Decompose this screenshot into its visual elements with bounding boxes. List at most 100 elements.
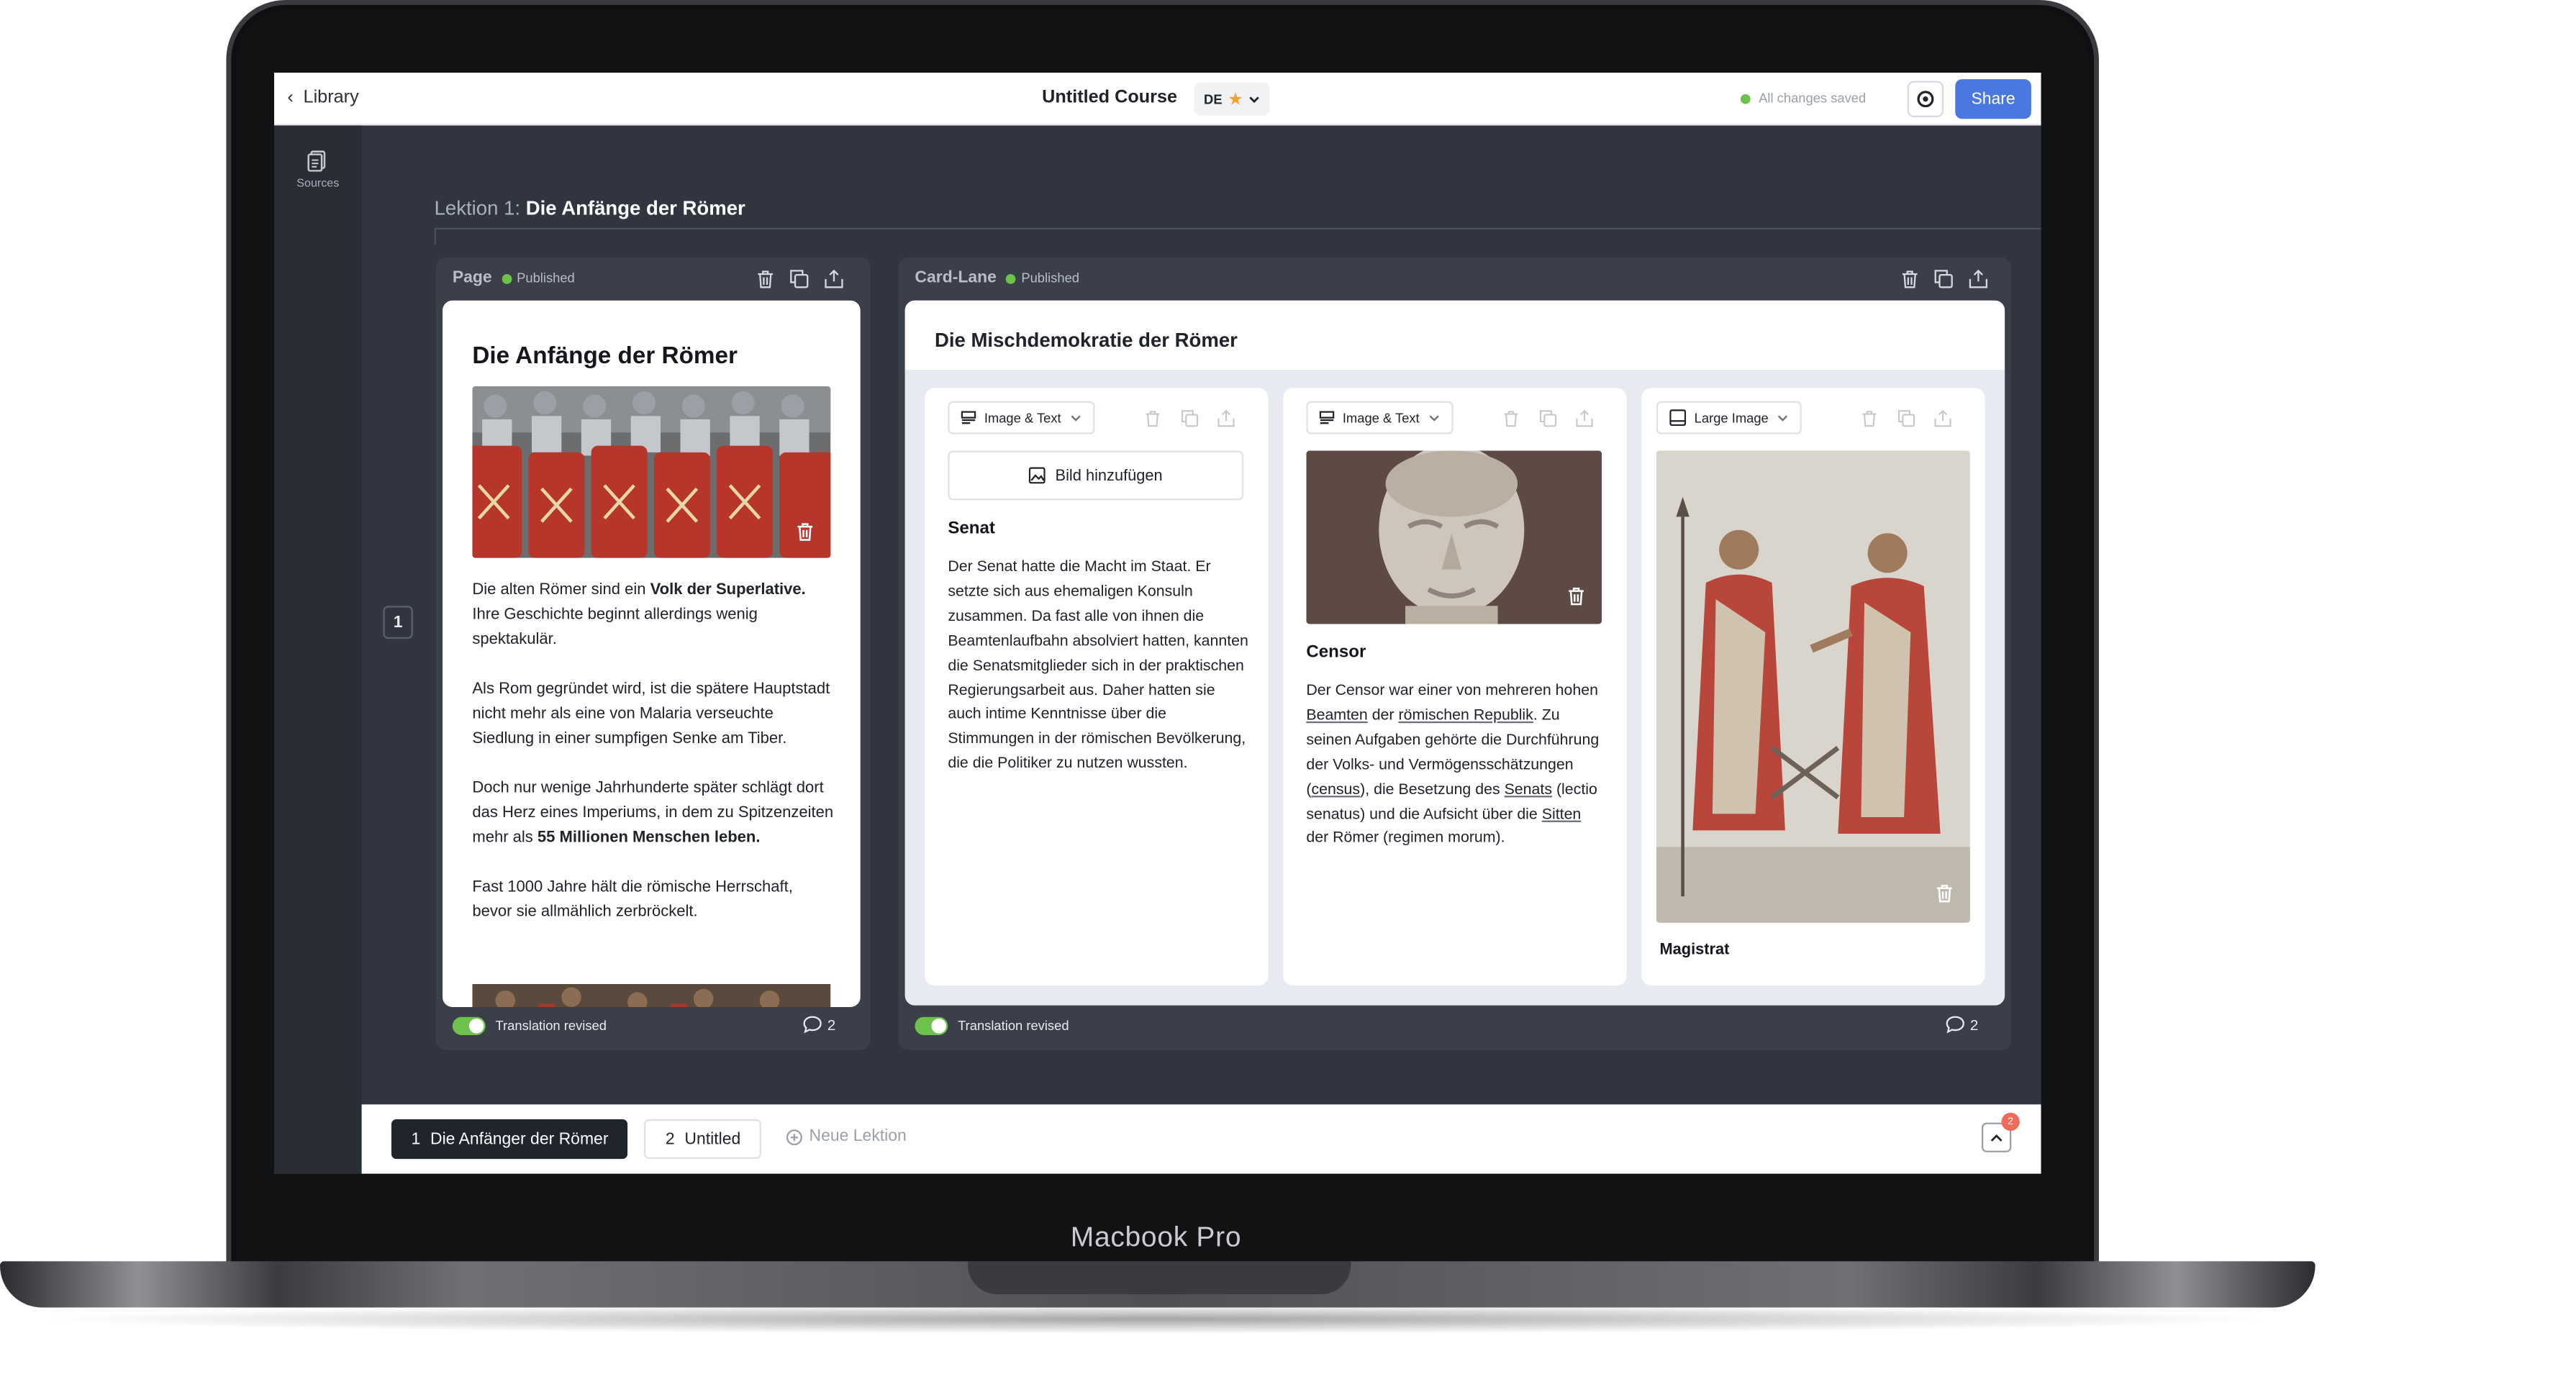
- image-icon: [1028, 467, 1046, 484]
- export-card-button[interactable]: [1574, 408, 1594, 428]
- remove-image-button[interactable]: [1931, 880, 1957, 906]
- export-card-button[interactable]: [1932, 408, 1952, 428]
- card-type-dropdown[interactable]: Image & Text: [1306, 401, 1453, 434]
- trash-icon: [1146, 410, 1160, 427]
- top-bar: ‹ Library Untitled Course DE ★ All chang…: [273, 72, 2041, 126]
- sources-icon: [307, 150, 326, 171]
- export-icon: [1575, 409, 1592, 427]
- notification-badge: 2: [2001, 1112, 2020, 1132]
- sources-button[interactable]: [302, 145, 332, 175]
- delete-card-button[interactable]: [1859, 408, 1879, 428]
- link-beamten[interactable]: Beamten: [1306, 706, 1367, 723]
- page-card: Die Anfänge der Römer Die alten Römer si…: [443, 300, 861, 1007]
- duplicate-card-button[interactable]: [1896, 408, 1916, 428]
- lesson-tab-number: 2: [665, 1129, 675, 1149]
- delete-card-button[interactable]: [1501, 408, 1521, 428]
- chevron-down-icon: [1249, 96, 1260, 102]
- trash-icon: [757, 270, 772, 288]
- roman-legion-image[interactable]: [472, 386, 831, 558]
- translation-toggle-switch[interactable]: [915, 1016, 948, 1035]
- lesson-tab-label: Untitled: [684, 1129, 741, 1149]
- lane-status-badge: Published: [1006, 270, 1079, 286]
- settings-button[interactable]: [1907, 81, 1944, 117]
- magistrat-image[interactable]: [1656, 450, 1970, 923]
- card-heading[interactable]: Magistrat: [1659, 941, 1729, 959]
- lesson-tab-1[interactable]: 1 Die Anfänger der Römer: [391, 1119, 629, 1160]
- page-translation-toggle[interactable]: Translation revised: [452, 1016, 607, 1035]
- duplicate-page-button[interactable]: [788, 268, 811, 291]
- app-screen: ‹ Library Untitled Course DE ★ All chang…: [273, 72, 2041, 1174]
- page-number-marker[interactable]: 1: [383, 606, 413, 639]
- card-toolbar: [1501, 408, 1594, 428]
- page-panel-header: Page Published: [453, 269, 575, 287]
- large-image-icon: [1669, 409, 1687, 427]
- save-status: All changes saved: [1740, 91, 1866, 106]
- remove-image-button[interactable]: [1562, 583, 1589, 609]
- export-icon: [1933, 409, 1951, 427]
- card-body-text[interactable]: Der Censor war einer von mehreren hohen …: [1306, 678, 1607, 850]
- lesson-tab-2[interactable]: 2 Untitled: [644, 1119, 763, 1160]
- delete-lane-button[interactable]: [1897, 268, 1920, 291]
- device-brand-label: Macbook Pro: [1070, 1221, 1242, 1253]
- export-icon: [825, 269, 843, 288]
- export-card-button[interactable]: [1215, 408, 1235, 428]
- trash-icon: [1568, 587, 1583, 606]
- link-census[interactable]: census: [1311, 780, 1360, 797]
- card-type-dropdown[interactable]: Large Image: [1656, 401, 1802, 434]
- page-status-badge: Published: [502, 270, 575, 286]
- sources-label: Sources: [296, 178, 340, 190]
- duplicate-lane-button[interactable]: [1932, 268, 1955, 291]
- card-heading[interactable]: Censor: [1306, 642, 1366, 663]
- page-second-image[interactable]: [472, 983, 831, 1007]
- delete-page-button[interactable]: [753, 268, 776, 291]
- lane-translation-toggle[interactable]: Translation revised: [915, 1016, 1069, 1035]
- plus-circle-icon: [786, 1129, 802, 1145]
- image-text-icon: [961, 411, 976, 424]
- share-button[interactable]: Share: [1955, 79, 2031, 119]
- copy-icon: [1180, 409, 1197, 427]
- device-mockup: Macbook Pro ‹ Library Untitled Course DE…: [0, 0, 2576, 1383]
- card-body-text[interactable]: Der Senat hatte die Macht im Staat. Er s…: [948, 555, 1248, 776]
- page-paragraph: Doch nur wenige Jahrhunderte später schl…: [472, 779, 834, 847]
- remove-image-button[interactable]: [791, 519, 817, 545]
- saved-status-dot: [1740, 93, 1751, 104]
- lane-title[interactable]: Die Mischdemokratie der Römer: [935, 329, 1238, 352]
- language-selector[interactable]: DE ★: [1194, 82, 1271, 116]
- card-heading[interactable]: Senat: [948, 519, 995, 539]
- new-lesson-button[interactable]: Neue Lektion: [786, 1127, 907, 1146]
- painting-thumbnail: [472, 983, 831, 1007]
- duplicate-card-button[interactable]: [1538, 408, 1558, 428]
- censor-bust-image[interactable]: [1306, 450, 1602, 624]
- export-page-button[interactable]: [822, 268, 845, 291]
- page-type-label: Page: [452, 269, 492, 288]
- lane-comments-button[interactable]: 2: [1946, 1015, 1978, 1034]
- export-icon: [1217, 409, 1234, 427]
- chevron-up-icon: [1990, 1134, 2003, 1142]
- back-label: Library: [303, 87, 359, 108]
- delete-card-button[interactable]: [1143, 408, 1163, 428]
- star-icon: ★: [1228, 90, 1243, 107]
- lane-panel-header: Card-Lane Published: [915, 269, 1079, 287]
- lane-type-label: Card-Lane: [915, 269, 997, 288]
- lesson-tab-bar: 1 Die Anfänger der Römer 2 Untitled Neue…: [361, 1104, 2041, 1174]
- card-type-label: Image & Text: [1342, 410, 1420, 425]
- card-type-dropdown[interactable]: Image & Text: [948, 401, 1094, 434]
- export-lane-button[interactable]: [1967, 268, 1990, 291]
- link-senats[interactable]: Senats: [1505, 780, 1552, 797]
- back-to-library-link[interactable]: ‹ Library: [287, 88, 358, 108]
- duplicate-card-button[interactable]: [1179, 408, 1199, 428]
- translation-toggle-switch[interactable]: [452, 1016, 486, 1035]
- page-heading[interactable]: Die Anfänge der Römer: [472, 343, 738, 370]
- link-sitten[interactable]: Sitten: [1542, 805, 1582, 821]
- trash-icon: [797, 523, 812, 541]
- lesson-title[interactable]: Die Anfänge der Römer: [526, 196, 745, 219]
- copy-icon: [1934, 270, 1953, 288]
- translation-label: Translation revised: [958, 1019, 1069, 1034]
- lesson-divider: [434, 227, 2041, 230]
- link-roemische-republik[interactable]: römischen Republik: [1398, 706, 1533, 723]
- page-comments-button[interactable]: 2: [802, 1015, 835, 1034]
- page-body-text[interactable]: Die alten Römer sind ein Volk der Superl…: [472, 578, 835, 949]
- course-title[interactable]: Untitled Course: [1042, 88, 1177, 108]
- add-image-button[interactable]: Bild hinzufügen: [948, 450, 1244, 501]
- page-status-label: Published: [517, 270, 575, 286]
